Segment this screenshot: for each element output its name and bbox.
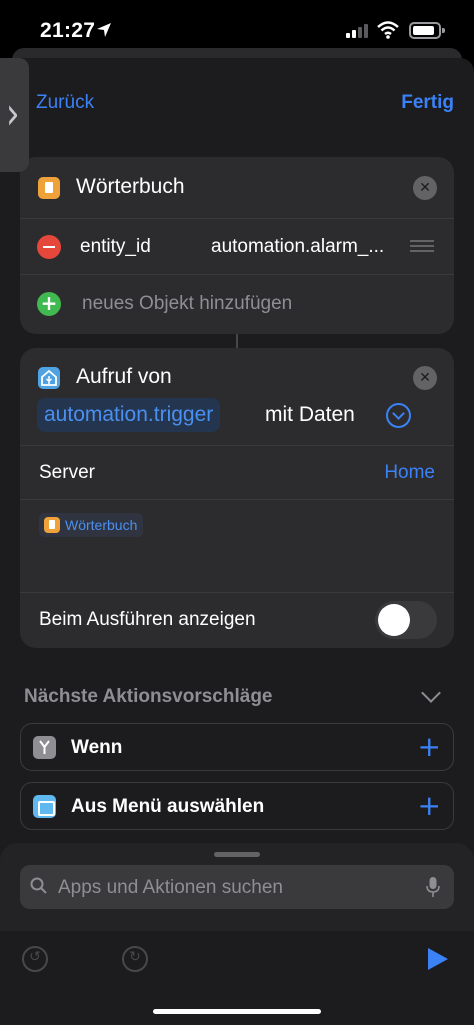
done-button[interactable]: Fertig: [401, 92, 454, 114]
search-icon: [30, 877, 47, 894]
add-entry-button[interactable]: +: [37, 292, 61, 316]
call-service-header: Aufruf von ✕ automation.trigger mit Date…: [20, 348, 454, 446]
remove-action-button[interactable]: ✕: [413, 176, 437, 200]
add-suggestion-button[interactable]: +: [418, 733, 441, 761]
service-token[interactable]: automation.trigger: [37, 398, 221, 432]
dictionary-icon: [38, 177, 60, 199]
show-when-run-toggle[interactable]: [375, 601, 437, 639]
search-input[interactable]: Apps und Aktionen suchen: [20, 865, 454, 909]
dictionary-entry-row[interactable]: entity_id automation.alarm_...: [20, 219, 454, 275]
call-service-title: Aufruf von: [76, 365, 172, 388]
panel-grabber[interactable]: [214, 852, 260, 857]
show-when-run-label: Beim Ausführen anzeigen: [39, 609, 256, 630]
add-entry-row[interactable]: + neues Objekt hinzufügen: [20, 275, 454, 334]
home-indicator: [153, 1009, 321, 1014]
suggestion-label: Wenn: [71, 737, 123, 758]
suggestion-item-if[interactable]: Wenn +: [20, 723, 454, 771]
suggestions-heading: Nächste Aktionsvorschläge: [24, 686, 273, 707]
chevron-right-icon: ›: [6, 88, 20, 140]
run-play-icon[interactable]: [428, 948, 448, 970]
dictionary-action-card[interactable]: Wörterbuch ✕ entity_id automation.alarm_…: [20, 157, 454, 334]
data-variable-label: Wörterbuch: [65, 517, 138, 533]
reorder-handle-icon[interactable]: [410, 240, 434, 252]
action-search-panel: Apps und Aktionen suchen ↺ ↻: [0, 843, 474, 1025]
suggestion-label: Aus Menü auswählen: [71, 796, 265, 817]
back-button[interactable]: Zurück: [36, 92, 94, 114]
dictionary-title: Wörterbuch: [76, 175, 185, 198]
remove-action-button[interactable]: ✕: [413, 366, 437, 390]
dictionary-card-header: Wörterbuch ✕: [20, 157, 454, 219]
delete-entry-button[interactable]: [37, 235, 61, 259]
server-label: Server: [39, 462, 95, 483]
location-arrow-icon: [97, 23, 111, 37]
status-time: 21:27: [40, 19, 96, 42]
wifi-icon: [377, 21, 399, 39]
add-entry-label: neues Objekt hinzufügen: [82, 293, 293, 314]
sidebar-toggle-button[interactable]: ›: [0, 58, 29, 172]
undo-icon[interactable]: ↺: [22, 946, 48, 972]
action-connector: [236, 334, 238, 348]
call-service-action-card[interactable]: Aufruf von ✕ automation.trigger mit Date…: [20, 348, 454, 648]
server-row[interactable]: Server Home: [20, 446, 454, 500]
entry-key[interactable]: entity_id: [80, 236, 151, 258]
expand-chevron-icon[interactable]: [386, 403, 411, 428]
microphone-icon[interactable]: [426, 876, 440, 898]
data-variable-token[interactable]: Wörterbuch: [39, 513, 144, 537]
show-when-run-row: Beim Ausführen anzeigen: [20, 592, 454, 648]
home-assistant-icon: [38, 367, 60, 389]
dictionary-icon: [44, 517, 60, 533]
suggestion-item-menu[interactable]: Aus Menü auswählen +: [20, 782, 454, 830]
toggle-knob: [378, 604, 410, 636]
add-suggestion-button[interactable]: +: [418, 792, 441, 820]
entry-value[interactable]: automation.alarm_...: [211, 236, 384, 258]
battery-icon: [409, 22, 445, 39]
cellular-signal-icon: [346, 24, 368, 38]
with-data-label: mit Daten: [265, 403, 355, 426]
menu-icon: [33, 795, 56, 818]
if-icon: [33, 736, 56, 759]
search-placeholder: Apps und Aktionen suchen: [58, 877, 284, 898]
redo-icon[interactable]: ↻: [122, 946, 148, 972]
server-value[interactable]: Home: [384, 462, 435, 484]
